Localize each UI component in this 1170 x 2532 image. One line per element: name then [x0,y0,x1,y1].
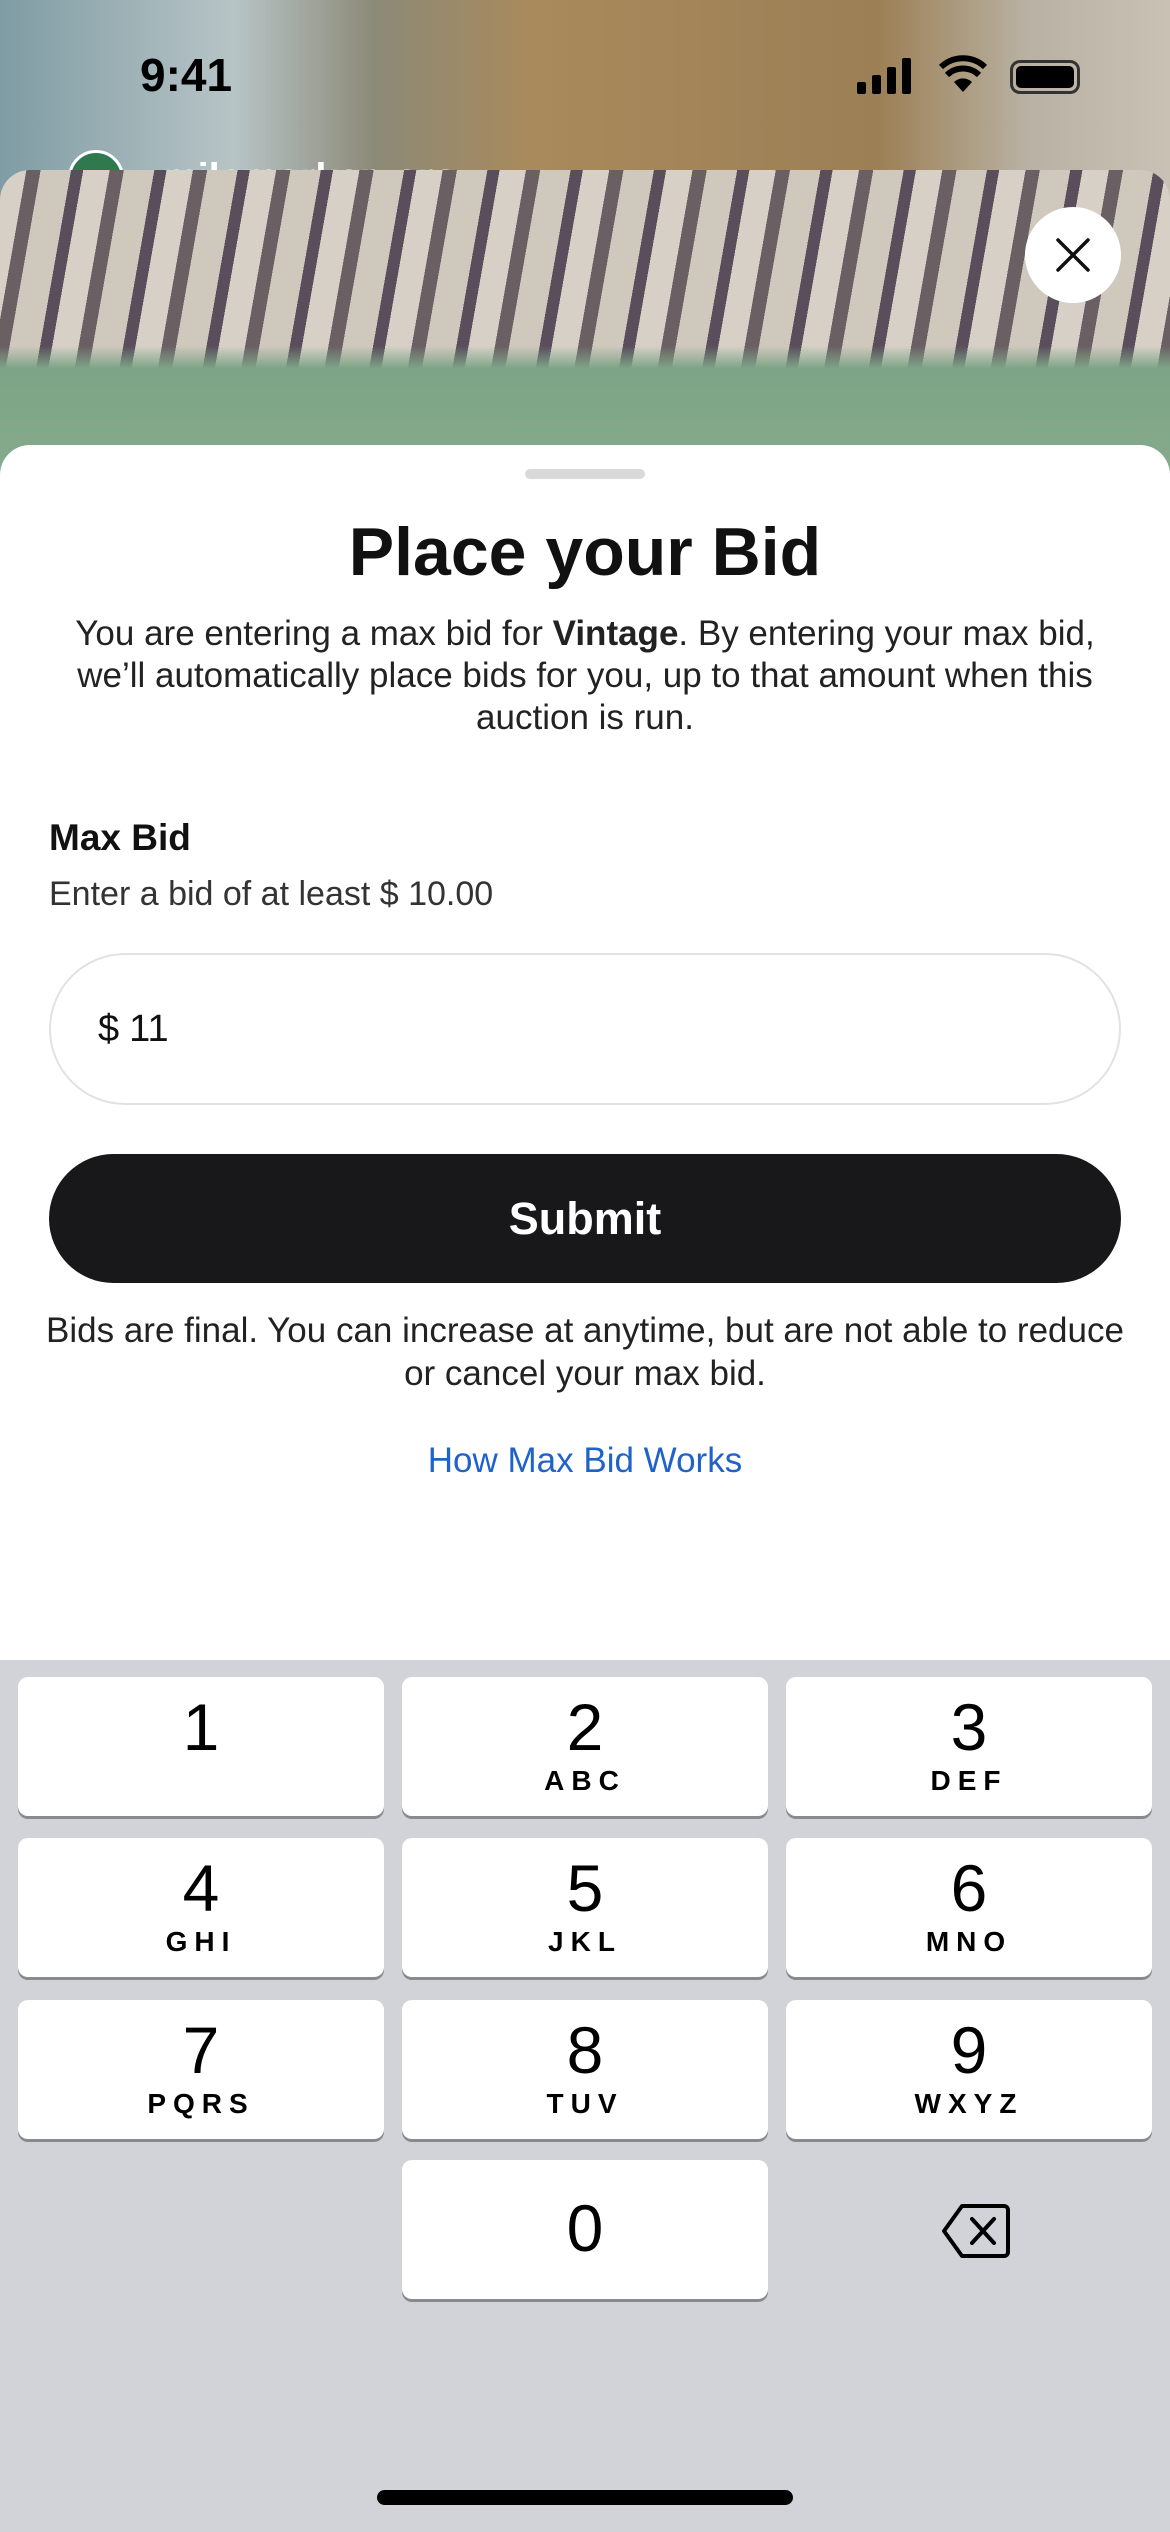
max-bid-input[interactable]: $11 [49,953,1121,1105]
key-digit: 0 [566,2191,604,2265]
key-digit: 2 [566,1690,604,1764]
key-3[interactable]: 3 DEF [786,1677,1152,1816]
submit-button[interactable]: Submit [49,1154,1121,1283]
key-4[interactable]: 4 GHI [18,1838,384,1977]
key-1[interactable]: 1 [18,1677,384,1816]
close-button[interactable] [1025,207,1121,303]
key-digit: 4 [182,1851,220,1925]
key-digit: 7 [182,2013,220,2087]
sheet-title: Place your Bid [348,514,822,590]
close-icon [1056,238,1090,272]
key-digit: 6 [950,1851,988,1925]
home-indicator[interactable] [377,2490,793,2505]
bid-sheet: Place your Bid You are entering a max bi… [0,445,1170,1665]
key-digit: 1 [182,1690,220,1764]
key-letters: PQRS [147,2088,255,2119]
key-letters: JKL [548,1926,622,1957]
key-letters: ABC [544,1765,626,1796]
key-7[interactable]: 7 PQRS [18,2000,384,2139]
status-bar: 9:41 [0,0,1170,150]
key-letters: MNO [925,1926,1013,1957]
currency-symbol: $ [98,1007,120,1050]
battery-icon [1010,60,1080,94]
min-bid-hint: Enter a bid of at least $ 10.00 [49,875,494,913]
key-digit: 8 [566,2013,604,2087]
key-letters: TUV [546,2088,624,2119]
key-9[interactable]: 9 WXYZ [786,2000,1152,2139]
disclaimer-text: Bids are final. You can increase at anyt… [46,1311,1124,1393]
drag-handle[interactable] [525,469,645,479]
backspace-icon[interactable] [940,2202,1012,2260]
how-max-bid-works-link[interactable]: How Max Bid Works [0,1441,1170,1481]
bid-description: You are entering a max bid for Vintage. … [60,613,1110,739]
key-5[interactable]: 5 JKL [402,1838,768,1977]
key-letters: WXYZ [914,2088,1024,2119]
wifi-icon [938,55,988,92]
key-2[interactable]: 2 ABC [402,1677,768,1816]
numeric-keypad: 1 2 ABC 3 DEF 4 GHI 5 JKL 6 MNO 7 PQRS 8 TUV 9W… [0,1660,1170,2532]
cellular-signal-icon [857,58,911,94]
status-time: 9:41 [140,49,233,101]
product-video [0,170,1170,490]
key-digit: 5 [566,1851,604,1925]
key-0[interactable]: 0 [402,2160,768,2299]
key-6[interactable]: 6 MNO [786,1838,1152,1977]
key-digit: 9 [950,2013,988,2087]
key-letters: GHI [165,1926,237,1957]
bid-value: 11 [129,1007,169,1050]
key-8[interactable]: 8 TUV [402,2000,768,2139]
max-bid-label: Max Bid [49,817,191,858]
item-name: Vintage [552,614,679,653]
description-prefix: You are entering a max bid for [75,614,553,653]
key-letters: DEF [930,1765,1008,1796]
key-digit: 3 [950,1690,988,1764]
